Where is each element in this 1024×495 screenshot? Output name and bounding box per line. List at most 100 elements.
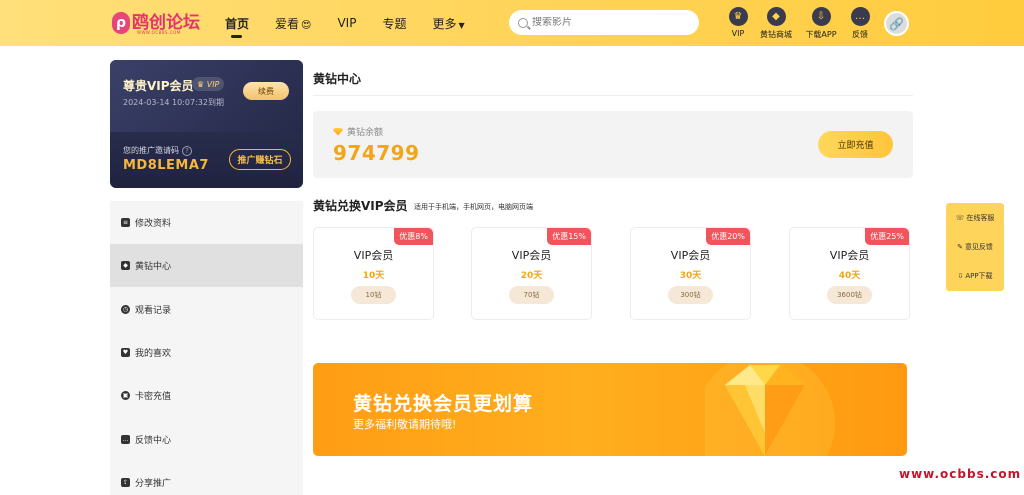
float-item-label: 在线客服 (966, 213, 995, 222)
vip-badge-label: VIP (206, 79, 220, 89)
discount-badge: 优惠8% (394, 228, 433, 245)
pencil-icon: ✎ (957, 242, 963, 251)
menu-item-share-promote[interactable]: ⇪ 分享推广 (110, 461, 303, 495)
feedback-button[interactable]: ✎ 意见反馈 (946, 232, 1004, 261)
diamond-icon (705, 363, 835, 456)
caret-down-icon: ▼ (458, 20, 465, 30)
diamond-icon: ◆ (121, 261, 130, 270)
search-box[interactable] (509, 10, 699, 35)
package-price[interactable]: 300钻 (668, 286, 713, 304)
nav-item-home[interactable]: 首页 (225, 15, 249, 38)
menu-item-diamond-center[interactable]: ◆ 黄钻中心 (110, 244, 303, 287)
diamond-icon (333, 127, 343, 136)
card-icon: ▣ (121, 391, 130, 400)
nav-label: VIP (337, 16, 357, 30)
clock-icon: ◷ (121, 305, 130, 314)
app-download-button[interactable]: ⇩ APP下载 (946, 261, 1004, 290)
help-icon[interactable]: ? (182, 145, 192, 156)
main-nav: 首页 爱看 😍 VIP 专题 更多 ▼ (225, 0, 491, 46)
headset-icon: ☏ (955, 213, 965, 222)
download-icon: ⇩ (811, 7, 831, 26)
discount-badge: 优惠20% (706, 228, 750, 245)
package-name: VIP会员 (670, 249, 711, 262)
menu-item-card-recharge[interactable]: ▣ 卡密充值 (110, 374, 303, 417)
menu-item-label: 分享推广 (135, 479, 172, 489)
nav-item-topics[interactable]: 专题 (382, 15, 406, 32)
menu-item-label: 黄钻中心 (135, 262, 172, 272)
balance-label: 黄钻余额 (333, 125, 383, 138)
nav-item-aikan[interactable]: 爱看 😍 (275, 15, 311, 32)
share-icon: ⇪ (121, 478, 130, 487)
menu-item-label: 修改资料 (135, 219, 172, 229)
float-item-label: 意见反馈 (964, 242, 993, 251)
promote-button[interactable]: 推广赚钻石 (229, 149, 291, 170)
balance-label-text: 黄钻余额 (347, 128, 384, 138)
download-icon: ⇩ (957, 271, 964, 280)
exchange-title: 黄钻兑换VIP会员 (313, 199, 408, 213)
package-price[interactable]: 3600钻 (827, 286, 872, 304)
discount-badge: 优惠25% (865, 228, 909, 245)
package-card[interactable]: 优惠8% VIP会员 10天 10钻 (313, 227, 434, 320)
package-card[interactable]: 优惠15% VIP会员 20天 70钻 (471, 227, 592, 320)
menu-item-label: 我的喜欢 (135, 349, 172, 359)
menu-item-feedback-center[interactable]: … 反馈中心 (110, 418, 303, 461)
floating-service-panel: ☏ 在线客服 ✎ 意见反馈 ⇩ APP下载 (946, 203, 1004, 291)
recharge-button[interactable]: 立即充值 (818, 131, 893, 158)
header-vip-button[interactable]: ♛ VIP (721, 7, 755, 38)
site-logo[interactable]: ρ 鸥创论坛 WWW.OCBBS.COM (112, 8, 200, 38)
renew-button[interactable]: 续费 (243, 82, 289, 100)
package-card[interactable]: 优惠25% VIP会员 40天 3600钻 (789, 227, 910, 320)
logo-mark-icon: ρ (112, 12, 130, 34)
menu-item-edit-profile[interactable]: ≡ 修改资料 (110, 201, 303, 244)
diamond-icon: ◆ (766, 7, 786, 26)
online-service-button[interactable]: ☏ 在线客服 (946, 203, 1004, 232)
logo-subtext: WWW.OCBBS.COM (137, 30, 181, 35)
vip-badge: ♛ VIP (192, 77, 225, 91)
balance-value: 974799 (333, 141, 420, 165)
invite-code: MD8LEMA7 (123, 158, 209, 173)
nav-label: 爱看 (275, 16, 300, 31)
menu-item-label: 反馈中心 (135, 436, 172, 446)
top-header: ρ 鸥创论坛 WWW.OCBBS.COM 首页 爱看😍 VIP 专题 更多▼ ♛… (0, 0, 1024, 46)
menu-item-my-likes[interactable]: ♥ 我的喜欢 (110, 331, 303, 374)
banner-subtitle: 更多福利敬请期待哦! (353, 418, 457, 431)
package-price[interactable]: 10钻 (351, 286, 396, 304)
nav-label: 专题 (382, 16, 407, 31)
package-name: VIP会员 (511, 249, 552, 262)
nav-item-more[interactable]: 更多 ▼ (432, 15, 464, 32)
user-avatar[interactable]: 🔗 (884, 11, 909, 36)
package-price[interactable]: 70钻 (509, 286, 554, 304)
nav-label: 更多 (432, 16, 457, 31)
crown-icon: ♛ (728, 7, 748, 26)
menu-item-label: 观看记录 (135, 306, 172, 316)
header-download-app-button[interactable]: ⇩ 下载APP (804, 7, 838, 40)
watermark-text: www.ocbbs.com (899, 467, 1022, 481)
header-action-label: VIP (731, 29, 745, 38)
menu-item-watch-history[interactable]: ◷ 观看记录 (110, 288, 303, 331)
invite-label: 您的推广邀请码? (123, 145, 192, 156)
package-card[interactable]: 优惠20% VIP会员 30天 300钻 (630, 227, 751, 320)
package-name: VIP会员 (829, 249, 870, 262)
message-icon: … (121, 435, 130, 444)
crown-icon: ♛ (197, 79, 207, 89)
package-days: 10天 (362, 271, 385, 281)
header-feedback-button[interactable]: … 反馈 (843, 7, 877, 40)
balance-panel: 黄钻余额 974799 立即充值 (313, 111, 913, 178)
member-title: 尊贵VIP会员 (123, 79, 194, 93)
thumb-icon: ♥ (121, 348, 130, 357)
exchange-subtitle: 适用于手机端，手机网页，电脑网页端 (414, 203, 533, 211)
package-name: VIP会员 (353, 249, 394, 262)
member-expire: 2024-03-14 10:07:32到期 (123, 98, 224, 107)
discount-badge: 优惠15% (547, 228, 591, 245)
banner-title: 黄钻兑换会员更划算 (353, 393, 534, 415)
promo-banner[interactable]: 黄钻兑换会员更划算 更多福利敬请期待哦! (313, 363, 907, 456)
header-action-label: 下载APP (805, 30, 837, 39)
title-divider (313, 95, 913, 96)
search-input[interactable] (532, 17, 692, 28)
header-action-label: 黄钻商城 (760, 30, 792, 39)
edit-icon: ≡ (121, 218, 130, 227)
header-diamond-mall-button[interactable]: ◆ 黄钻商城 (759, 7, 793, 40)
header-action-label: 反馈 (852, 30, 868, 39)
nav-item-vip[interactable]: VIP (337, 16, 356, 30)
package-days: 20天 (520, 271, 543, 281)
